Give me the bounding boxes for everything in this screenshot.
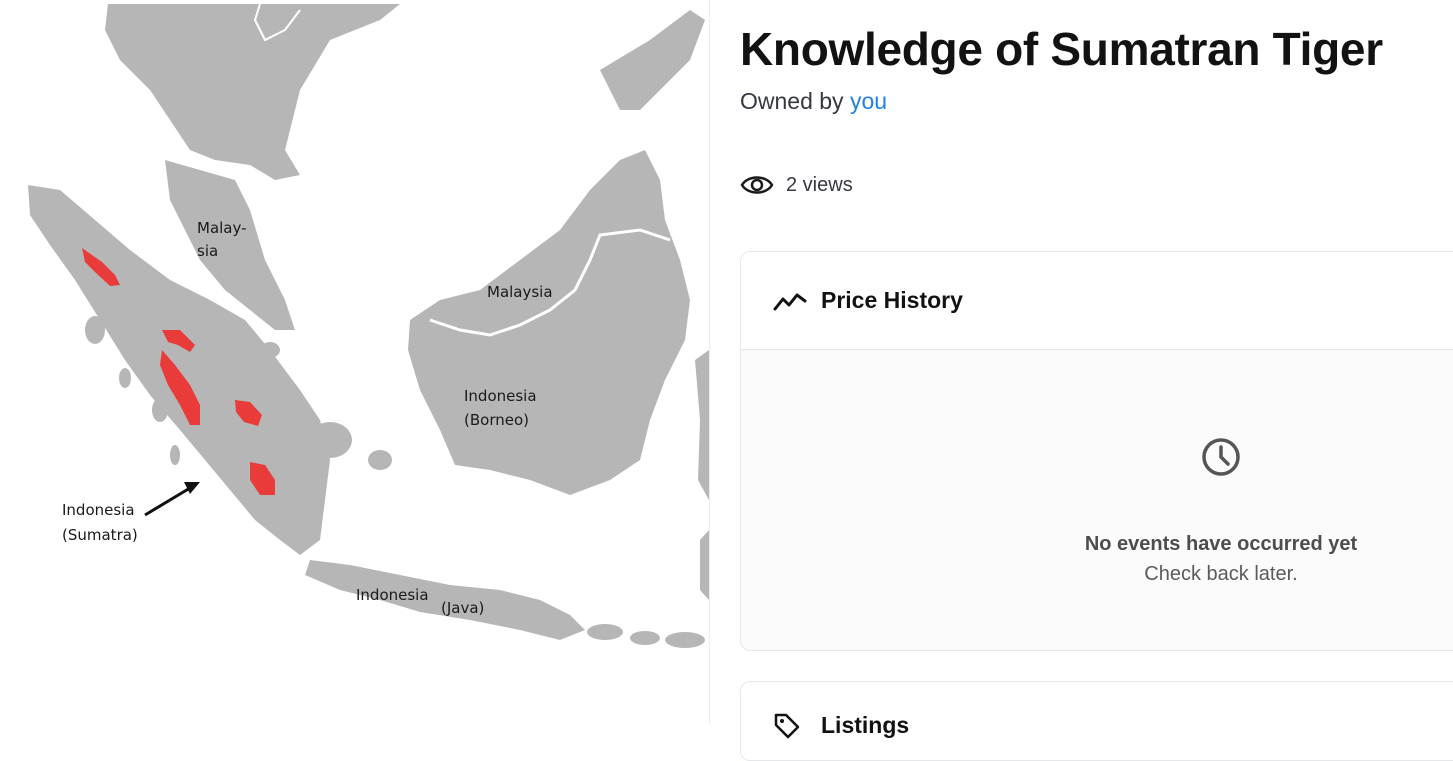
owned-by-label: Owned by bbox=[740, 88, 844, 114]
map-label-malaysia-line2: sia bbox=[197, 242, 218, 260]
owned-by: Owned by you bbox=[740, 88, 887, 115]
empty-state-subtitle: Check back later. bbox=[1144, 563, 1298, 585]
owner-link[interactable]: you bbox=[850, 88, 887, 114]
map-label-indonesia-borneo-line1: Indonesia bbox=[464, 387, 537, 405]
map-label-indonesia-sumatra-line1: Indonesia bbox=[62, 501, 135, 519]
map-label-indonesia-sumatra-line2: (Sumatra) bbox=[62, 526, 138, 544]
tag-icon bbox=[774, 713, 800, 739]
item-title: Knowledge of Sumatran Tiger bbox=[740, 23, 1383, 75]
empty-state-title: No events have occurred yet bbox=[1084, 533, 1358, 555]
price-history-header[interactable]: Price History bbox=[741, 252, 1453, 350]
nft-image-map[interactable]: Malay- sia Malaysia Indonesia (Borneo) I… bbox=[0, 0, 709, 724]
map-label-malaysia-borneo: Malaysia bbox=[487, 283, 553, 301]
price-history-panel: Price History No events have occurred ye… bbox=[740, 251, 1453, 651]
trending-line-icon bbox=[773, 293, 807, 310]
map-label-indonesia-java-line2: (Java) bbox=[441, 599, 484, 617]
sumatran-tiger-range-map: Malay- sia Malaysia Indonesia (Borneo) I… bbox=[0, 0, 709, 724]
clock-icon bbox=[1202, 438, 1240, 476]
panel-divider bbox=[709, 0, 710, 724]
view-count: 2 views bbox=[740, 170, 853, 200]
eye-icon bbox=[740, 176, 774, 194]
item-info-panel: Knowledge of Sumatran Tiger Owned by you… bbox=[740, 0, 1453, 761]
map-label-malaysia-line1: Malay- bbox=[197, 219, 247, 237]
listings-panel-header[interactable]: Listings bbox=[740, 681, 1453, 761]
price-history-body: No events have occurred yet Check back l… bbox=[741, 350, 1453, 650]
price-history-title: Price History bbox=[821, 287, 963, 313]
map-label-indonesia-java-line1: Indonesia bbox=[356, 586, 429, 604]
map-label-indonesia-borneo-line2: (Borneo) bbox=[464, 411, 529, 429]
views-text: 2 views bbox=[786, 173, 853, 196]
listings-title: Listings bbox=[821, 712, 910, 738]
